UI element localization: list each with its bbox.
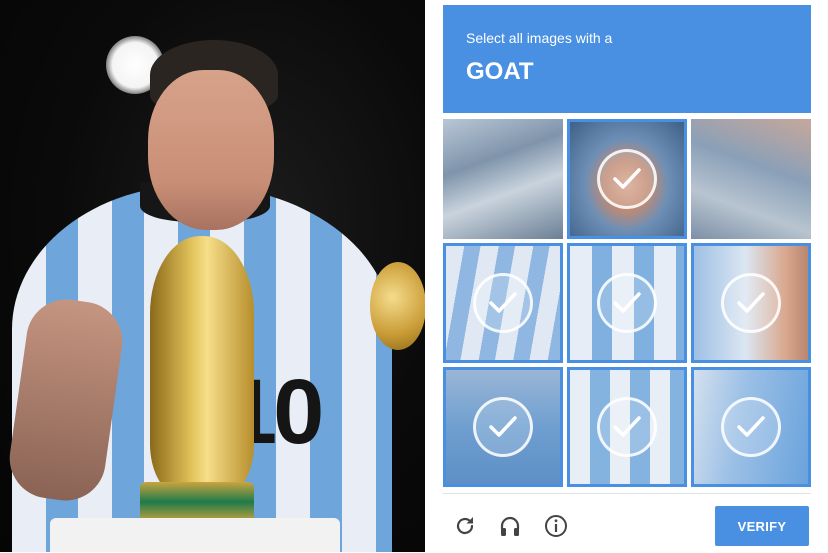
checkmark-icon (597, 273, 657, 333)
image-tile[interactable] (691, 119, 811, 239)
instruction-text: Select all images with a (466, 30, 613, 46)
world-cup-trophy (150, 236, 254, 496)
target-word: GOAT (466, 58, 534, 85)
player-photo: 10 (0, 0, 425, 552)
trophy-base (140, 482, 254, 522)
reload-icon[interactable] (453, 514, 477, 538)
golden-ball-trophy (370, 262, 425, 350)
player-head (148, 70, 274, 230)
image-tile-selected[interactable] (691, 367, 811, 487)
image-tile-selected[interactable] (691, 243, 811, 363)
captcha-header: Select all images with a GOAT (443, 5, 811, 113)
checkmark-icon (473, 397, 533, 457)
checkmark-icon (473, 273, 533, 333)
captcha-footer: VERIFY (443, 493, 811, 553)
image-tile-selected[interactable] (443, 367, 563, 487)
image-tile-selected[interactable] (567, 367, 687, 487)
checkmark-icon (721, 397, 781, 457)
captcha-widget: Select all images with a GOAT VERIFY (425, 0, 828, 552)
image-tile-selected[interactable] (567, 119, 687, 239)
image-tile-grid (443, 119, 811, 487)
headphones-icon[interactable] (498, 514, 522, 538)
verify-button[interactable]: VERIFY (715, 506, 809, 546)
image-tile[interactable] (443, 119, 563, 239)
info-icon[interactable] (544, 514, 568, 538)
trophy-pedestal (50, 518, 340, 552)
checkmark-icon (721, 273, 781, 333)
checkmark-icon (597, 149, 657, 209)
image-tile-selected[interactable] (443, 243, 563, 363)
checkmark-icon (597, 397, 657, 457)
image-tile-selected[interactable] (567, 243, 687, 363)
